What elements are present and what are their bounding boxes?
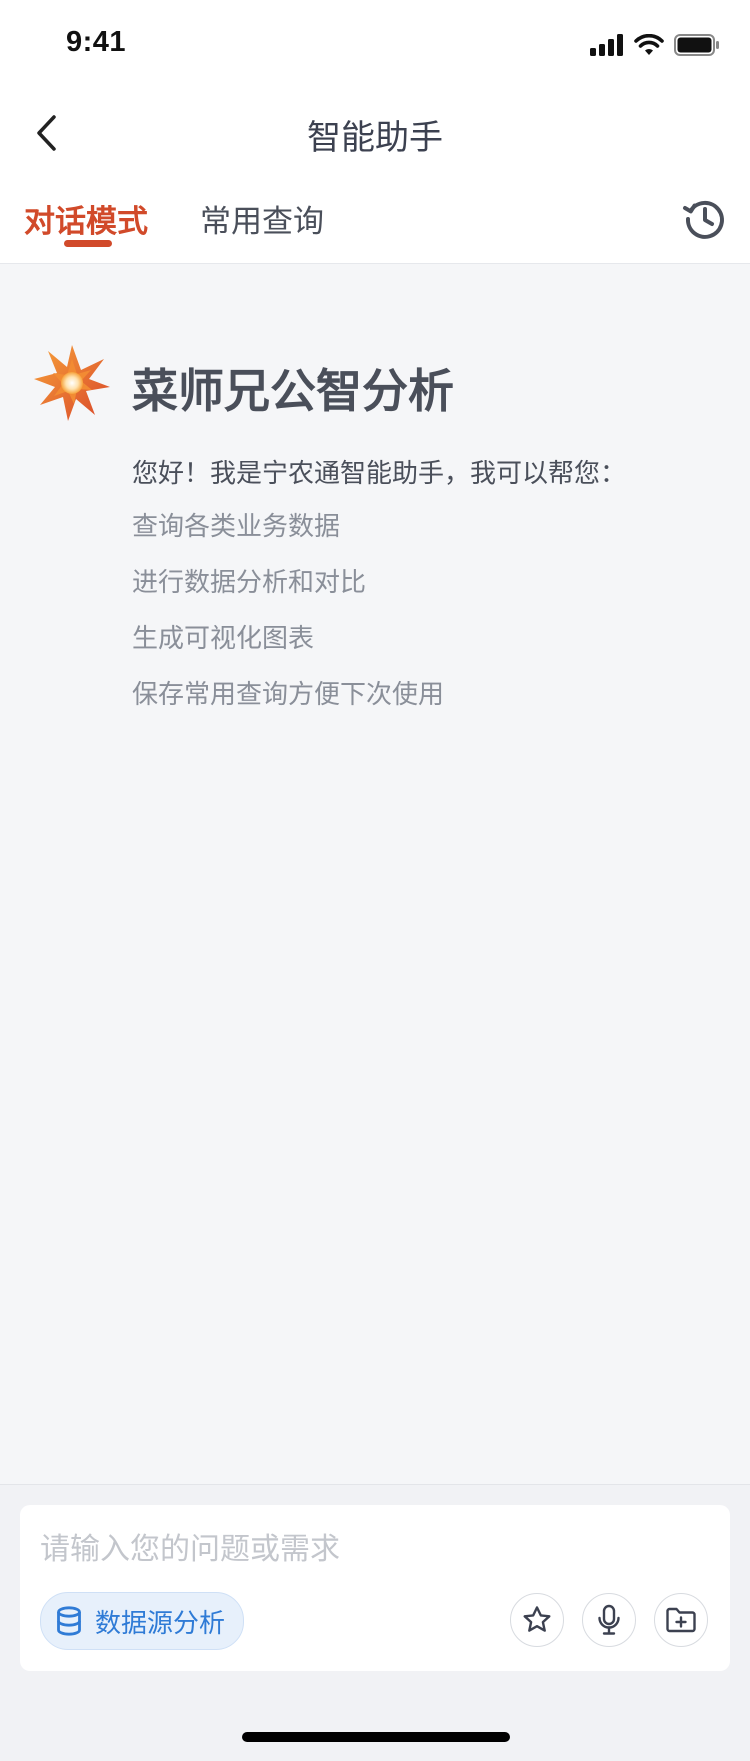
datasource-label: 数据源分析 — [95, 1608, 226, 1639]
star-burst-logo-icon — [34, 345, 110, 421]
capability-item: 保存常用查询方便下次使用 — [132, 680, 445, 710]
capability-item: 进行数据分析和对比 — [132, 568, 367, 598]
assistant-title: 菜师兄公智分析 — [132, 364, 454, 418]
datasource-analysis-button[interactable]: 数据源分析 — [40, 1592, 245, 1650]
history-icon — [683, 200, 724, 239]
microphone-icon — [598, 1604, 620, 1635]
capability-item: 查询各类业务数据 — [132, 512, 341, 542]
signal-icon — [590, 34, 623, 56]
tab-active-indicator — [64, 240, 112, 247]
assistant-logo — [32, 343, 112, 423]
nav-bar: 智能助手 — [0, 90, 750, 176]
folder-add-icon — [666, 1607, 696, 1633]
battery-icon — [674, 34, 719, 56]
capability-list: 查询各类业务数据 进行数据分析和对比 生成可视化图表 保存常用查询方便下次使用 — [132, 511, 444, 735]
greeting-text: 您好！我是宁农通智能助手，我可以帮您： — [132, 459, 627, 489]
favorite-button[interactable] — [510, 1593, 564, 1647]
star-icon — [523, 1606, 551, 1632]
tab-common-queries[interactable]: 常用查询 — [200, 196, 324, 241]
status-icons — [590, 30, 720, 60]
history-button[interactable] — [682, 196, 728, 242]
voice-input-button[interactable] — [582, 1593, 636, 1647]
capability-item: 生成可视化图表 — [132, 624, 315, 654]
question-input[interactable] — [40, 1527, 700, 1571]
status-bar: 9:41 — [0, 0, 750, 90]
status-time: 9:41 — [66, 26, 127, 58]
input-area: 数据源分析 — [0, 1484, 750, 1761]
tabs-bar: 对话模式 常用查询 — [0, 176, 750, 264]
page-title: 智能助手 — [307, 118, 443, 158]
home-indicator — [242, 1732, 510, 1742]
tab-chat-mode[interactable]: 对话模式 — [24, 196, 148, 241]
attach-folder-button[interactable] — [654, 1593, 708, 1647]
wifi-icon — [634, 34, 664, 55]
input-card: 数据源分析 — [20, 1505, 730, 1671]
database-icon — [57, 1606, 81, 1636]
